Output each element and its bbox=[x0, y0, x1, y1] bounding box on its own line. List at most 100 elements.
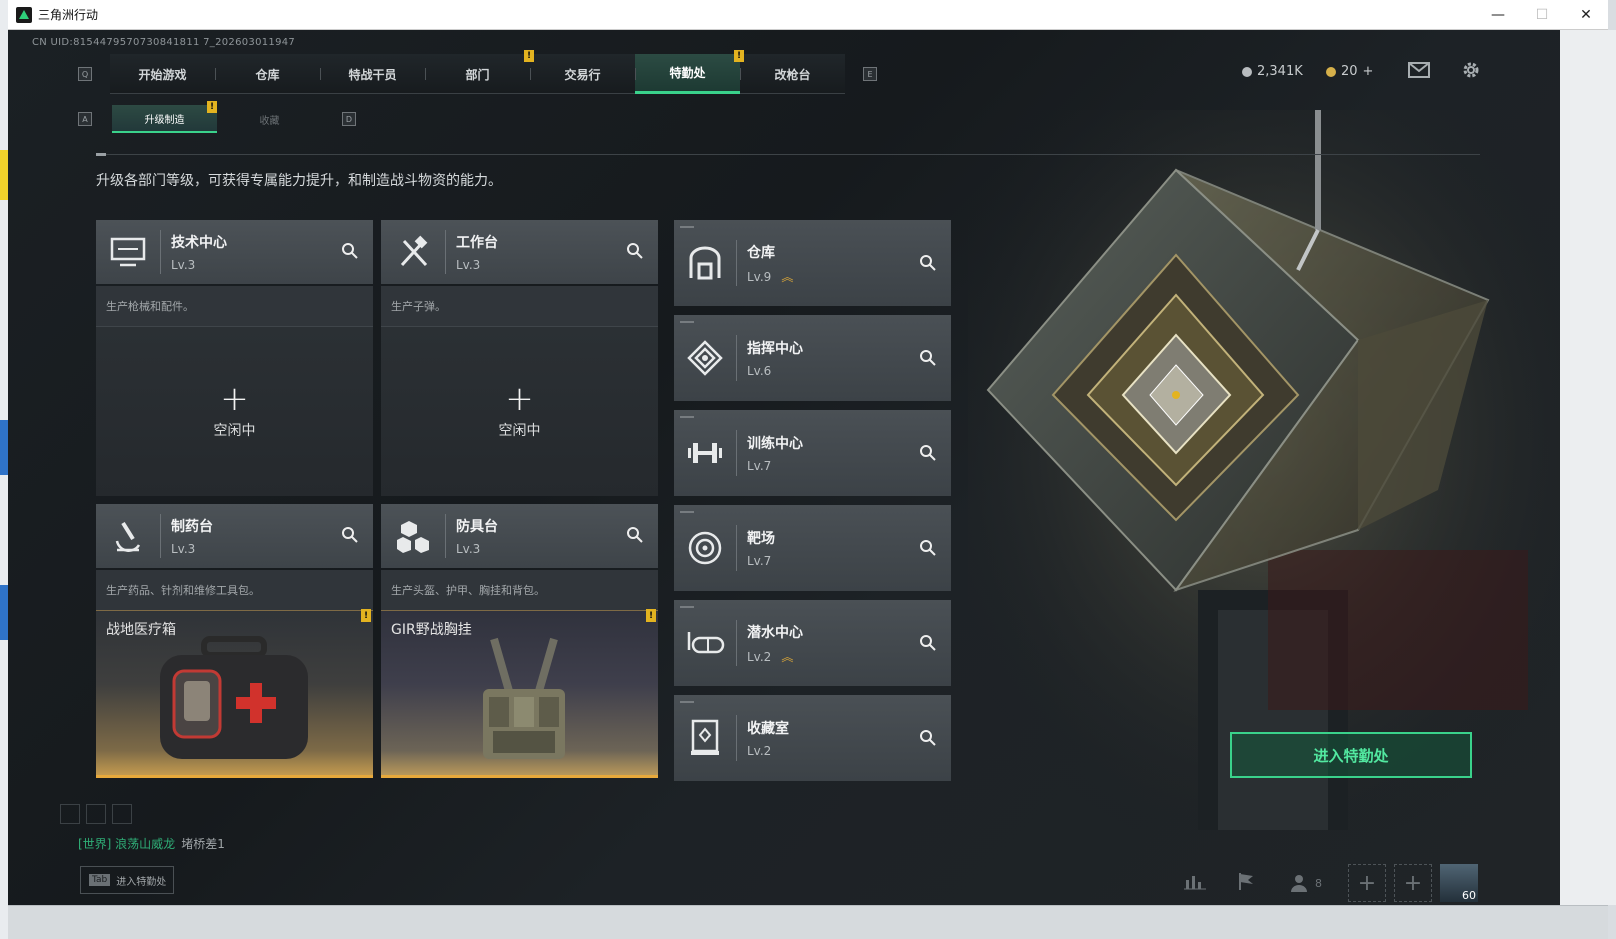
tab-label: 部门 bbox=[465, 67, 490, 82]
team-slot-add[interactable]: + bbox=[1348, 864, 1386, 902]
craft-slot-idle[interactable]: + 空闲中 bbox=[381, 326, 658, 496]
dept-collection-room[interactable]: 收藏室 Lv.2 bbox=[674, 695, 951, 781]
close-button[interactable]: ✕ bbox=[1564, 0, 1608, 30]
tab-trading[interactable]: 交易行 bbox=[530, 54, 635, 94]
corner-mark bbox=[680, 606, 694, 608]
chat-slot[interactable] bbox=[86, 804, 106, 824]
card-pharmacy: 制药台 Lv.3 生产药品、针剂和维修工具包。 战地医疗箱 ! bbox=[96, 504, 373, 778]
avatar[interactable]: 60 bbox=[1440, 864, 1478, 902]
chat-slot[interactable] bbox=[60, 804, 80, 824]
dept-command-center[interactable]: 指挥中心 Lv.6 bbox=[674, 315, 951, 401]
command-icon bbox=[674, 315, 736, 401]
search-icon[interactable] bbox=[341, 242, 359, 260]
friends-icon[interactable]: 8 bbox=[1290, 873, 1322, 893]
card-separator bbox=[736, 620, 737, 666]
nav-tab-bar: 开始游戏 仓库 特战干员 部门! 交易行 特勤处! 改枪台 bbox=[110, 50, 845, 94]
subtab-upgrade-craft[interactable]: 升级制造 ! bbox=[112, 101, 217, 133]
tokens-display[interactable]: 20 + bbox=[1326, 64, 1373, 79]
dept-level: Lv.7 bbox=[747, 554, 772, 568]
token-icon bbox=[1326, 66, 1336, 77]
desktop-edge-highlight-blue bbox=[0, 420, 8, 475]
card-header[interactable]: 制药台 Lv.3 bbox=[96, 504, 373, 568]
search-icon[interactable] bbox=[919, 729, 937, 747]
chat-slot[interactable] bbox=[112, 804, 132, 824]
tab-start-game[interactable]: 开始游戏 bbox=[110, 54, 215, 94]
card-header[interactable]: 技术中心 Lv.3 bbox=[96, 220, 373, 284]
subtab-collection[interactable]: 收藏 bbox=[217, 105, 322, 133]
enter-special-ops-button[interactable]: 进入特勤处 bbox=[1230, 732, 1472, 778]
header-divider bbox=[96, 154, 1480, 155]
mail-icon[interactable] bbox=[1408, 62, 1430, 83]
nav-next-key-hint: E bbox=[863, 67, 877, 81]
stats-chart-icon[interactable] bbox=[1184, 872, 1206, 895]
search-icon[interactable] bbox=[919, 349, 937, 367]
search-icon[interactable] bbox=[626, 242, 644, 260]
team-slot-add[interactable]: + bbox=[1394, 864, 1432, 902]
tab-department[interactable]: 部门! bbox=[425, 50, 534, 94]
first-aid-kit-image bbox=[160, 636, 308, 759]
warehouse-icon bbox=[674, 220, 736, 306]
dept-warehouse[interactable]: 仓库 Lv.9 ︽ bbox=[674, 220, 951, 306]
upgrade-arrow-icon: ︽ bbox=[781, 269, 794, 284]
search-icon[interactable] bbox=[341, 526, 359, 544]
dept-diving-center[interactable]: 潜水中心 Lv.2 ︽ bbox=[674, 600, 951, 686]
corner-mark bbox=[680, 321, 694, 323]
card-level: Lv.3 bbox=[456, 258, 481, 272]
search-icon[interactable] bbox=[919, 254, 937, 272]
page-description: 升级各部门等级，可获得专属能力提升，和制造战斗物资的能力。 bbox=[96, 173, 502, 189]
tokens-value: 20 bbox=[1341, 64, 1358, 79]
tokens-add-icon[interactable]: + bbox=[1363, 64, 1374, 79]
card-info: 指挥中心 Lv.6 bbox=[747, 338, 803, 378]
tab-label: 交易行 bbox=[564, 67, 601, 82]
key-cap: Tab bbox=[89, 874, 111, 886]
settings-gear-icon[interactable] bbox=[1461, 60, 1481, 85]
crafted-item-slot[interactable]: 战地医疗箱 ! bbox=[96, 609, 373, 778]
search-icon[interactable] bbox=[626, 526, 644, 544]
tab-warehouse[interactable]: 仓库 bbox=[215, 54, 320, 94]
window-titlebar: 三角洲行动 — ☐ ✕ bbox=[8, 0, 1608, 30]
card-info: 防具台 Lv.3 bbox=[456, 516, 498, 556]
card-header[interactable]: 防具台 Lv.3 bbox=[381, 504, 658, 568]
card-info: 靶场 Lv.7 bbox=[747, 528, 775, 568]
coins-display[interactable]: 2,341K bbox=[1242, 64, 1303, 79]
window-controls: — ☐ ✕ bbox=[1476, 0, 1608, 30]
crafted-item-slot[interactable]: GIR野战胸挂 ! bbox=[381, 609, 658, 778]
alert-badge: ! bbox=[646, 609, 656, 622]
desktop-edge-highlight bbox=[0, 150, 8, 200]
maximize-button[interactable]: ☐ bbox=[1520, 0, 1564, 30]
chat-line[interactable]: [世界] 浪荡山威龙 堵桥差1 bbox=[78, 835, 225, 852]
idle-label: 空闲中 bbox=[213, 422, 256, 439]
card-level: Lv.3 bbox=[456, 542, 481, 556]
card-separator bbox=[445, 230, 446, 274]
search-icon[interactable] bbox=[919, 444, 937, 462]
tab-special-ops[interactable]: 特勤处! bbox=[635, 50, 744, 94]
tab-gunsmith[interactable]: 改枪台 bbox=[740, 54, 845, 94]
corner-mark bbox=[680, 226, 694, 228]
nav-prev-key-hint: Q bbox=[78, 67, 92, 81]
search-icon[interactable] bbox=[919, 634, 937, 652]
flag-icon[interactable] bbox=[1236, 871, 1256, 896]
dept-name: 潜水中心 bbox=[747, 624, 803, 641]
armor-icon bbox=[381, 504, 445, 568]
add-icon: + bbox=[505, 378, 534, 419]
card-description: 生产药品、针剂和维修工具包。 bbox=[96, 570, 373, 610]
dept-shooting-range[interactable]: 靶场 Lv.7 bbox=[674, 505, 951, 591]
desktop-bottom-edge bbox=[8, 905, 1608, 939]
search-icon[interactable] bbox=[919, 539, 937, 557]
minimize-button[interactable]: — bbox=[1476, 0, 1520, 30]
alert-badge: ! bbox=[361, 609, 371, 622]
tab-key-hint[interactable]: Tab 进入特勤处 bbox=[80, 866, 174, 894]
subtab-label: 升级制造 bbox=[144, 114, 185, 126]
avatar-level: 60 bbox=[1462, 889, 1476, 902]
card-info: 工作台 Lv.3 bbox=[456, 232, 498, 272]
card-header[interactable]: 工作台 Lv.3 bbox=[381, 220, 658, 284]
dept-training-center[interactable]: 训练中心 Lv.7 bbox=[674, 410, 951, 496]
tab-operators[interactable]: 特战干员 bbox=[320, 54, 425, 94]
tab-label: 改枪台 bbox=[774, 67, 811, 82]
subtab-label: 收藏 bbox=[259, 115, 280, 127]
craft-slot-idle[interactable]: + 空闲中 bbox=[96, 326, 373, 496]
tab-hint-label: 进入特勤处 bbox=[116, 876, 167, 888]
window-title: 三角洲行动 bbox=[38, 8, 99, 22]
corner-mark bbox=[680, 416, 694, 418]
monitor-icon bbox=[96, 220, 160, 284]
